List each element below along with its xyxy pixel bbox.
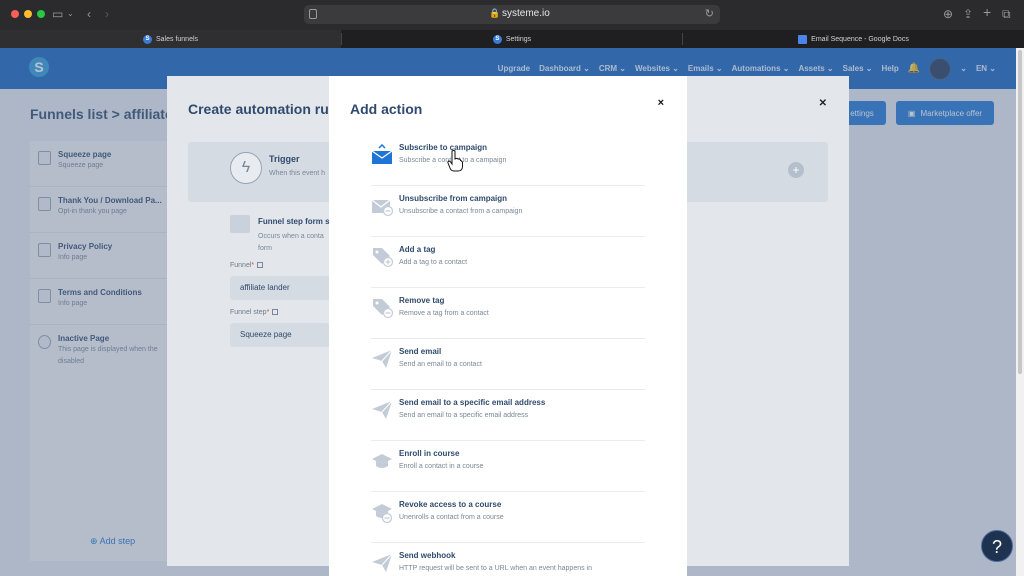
tab-overview-icon[interactable]: ⧉: [1002, 6, 1011, 22]
action-revoke-course[interactable]: Revoke access to a course Unenrolls a co…: [371, 492, 645, 543]
funnel-select[interactable]: affiliate lander: [230, 276, 330, 300]
minimize-window-button[interactable]: [24, 10, 32, 18]
funnel-label: Funnel*: [230, 262, 264, 269]
address-bar[interactable]: 🔒 systeme.io ↻: [304, 5, 720, 24]
systeme-favicon-icon: S: [142, 34, 152, 44]
action-add-tag[interactable]: Add a tag Add a tag to a contact: [371, 237, 645, 288]
reload-icon[interactable]: ↻: [705, 7, 714, 20]
add-action-plus-icon[interactable]: +: [788, 162, 804, 178]
chevron-down-icon[interactable]: ⌄: [67, 6, 74, 22]
close-window-button[interactable]: [11, 10, 19, 18]
external-link-icon: [257, 262, 264, 268]
form-hand-icon: [230, 215, 250, 233]
action-send-email[interactable]: Send email Send an email to a contact: [371, 339, 645, 390]
close-icon[interactable]: ✕: [819, 98, 827, 109]
campaign-unsubscribe-icon: [371, 199, 393, 217]
graduation-cap-icon: [372, 454, 392, 468]
url-text: systeme.io: [502, 8, 550, 19]
page-settings-icon[interactable]: [309, 9, 317, 19]
hand-pointer-icon: [447, 150, 463, 172]
action-unsubscribe-campaign[interactable]: Unsubscribe from campaign Unsubscribe a …: [371, 186, 645, 237]
zoom-window-button[interactable]: [37, 10, 45, 18]
page-scrollbar-thumb[interactable]: [1018, 50, 1022, 374]
tag-remove-icon: [373, 299, 393, 319]
action-send-email-specific[interactable]: Send email to a specific email address S…: [371, 390, 645, 441]
tab-settings[interactable]: S Settings: [342, 30, 682, 48]
modal-title: Create automation rule: [188, 101, 341, 117]
funnel-step-select[interactable]: Squeeze page: [230, 323, 330, 347]
add-action-modal: Add action × Subscribe to campaign Subsc…: [329, 76, 687, 576]
tag-add-icon: [373, 248, 393, 268]
tab-google-docs[interactable]: Email Sequence - Google Docs: [683, 30, 1024, 48]
google-docs-icon: [798, 34, 808, 44]
help-button[interactable]: ?: [981, 530, 1013, 562]
external-link-icon: [272, 309, 279, 315]
graduation-cap-revoke-icon: [372, 504, 393, 523]
tab-label: Sales funnels: [155, 35, 199, 43]
paper-plane-icon: [372, 553, 393, 572]
browser-tabbar: S Sales funnels S Settings Email Sequenc…: [0, 30, 1024, 48]
tab-sales-funnels[interactable]: S Sales funnels: [0, 30, 341, 48]
back-arrow-icon[interactable]: ‹: [87, 6, 91, 22]
paper-plane-icon: [372, 349, 393, 368]
sidebar-toggle-icon[interactable]: ▭: [52, 6, 63, 22]
paper-plane-icon: [372, 400, 393, 419]
tab-label: Settings: [505, 35, 532, 43]
campaign-subscribe-icon: [371, 144, 393, 164]
systeme-favicon-icon: S: [492, 34, 502, 44]
funnel-step-label: Funnel step*: [230, 309, 279, 316]
action-subscribe-campaign[interactable]: Subscribe to campaign Subscribe a contac…: [371, 135, 645, 186]
action-enroll-course[interactable]: Enroll in course Enroll a contact in a c…: [371, 441, 645, 492]
action-send-webhook[interactable]: Send webhook HTTP request will be sent t…: [371, 543, 645, 576]
lightning-icon: ϟ: [230, 152, 262, 184]
tab-label: Email Sequence - Google Docs: [811, 35, 909, 43]
lock-icon: 🔒: [489, 8, 501, 18]
forward-arrow-icon[interactable]: ›: [105, 6, 109, 22]
modal-title: Add action: [350, 101, 423, 117]
close-icon[interactable]: ×: [658, 97, 664, 109]
app-viewport: S Upgrade Dashboard ⌄ CRM ⌄ Websites ⌄ E…: [0, 48, 1016, 576]
new-tab-icon[interactable]: +: [983, 4, 991, 20]
browser-titlebar: ▭ ⌄ ‹ › 🔒 systeme.io ↻ ⊕ ⇪ + ⧉: [0, 0, 1024, 30]
downloads-icon[interactable]: ⊕: [943, 6, 953, 22]
action-remove-tag[interactable]: Remove tag Remove a tag from a contact: [371, 288, 645, 339]
share-icon[interactable]: ⇪: [963, 6, 973, 22]
